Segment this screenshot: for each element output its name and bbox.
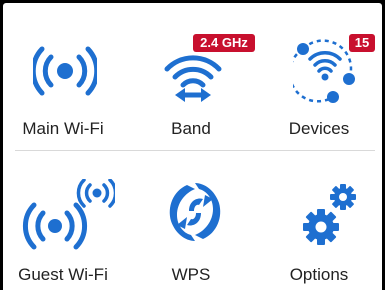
quick-settings-panel: Main Wi-Fi 2.4 GHz Band 15 Devices Guest…: [3, 3, 382, 290]
guest-broadcast-icon: [22, 179, 115, 250]
devices-tile[interactable]: 15 Devices: [259, 3, 379, 143]
wps-icon: [169, 183, 221, 241]
wifi-band-icon: [164, 55, 222, 102]
main-wifi-label: Main Wi-Fi: [22, 119, 104, 138]
band-tile[interactable]: 2.4 GHz Band: [131, 3, 255, 143]
options-label: Options: [289, 265, 349, 284]
wps-label: WPS: [171, 265, 211, 284]
broadcast-icon: [33, 46, 97, 96]
main-wifi-tile[interactable]: Main Wi-Fi: [3, 3, 123, 143]
wps-tile[interactable]: WPS: [131, 151, 251, 290]
devices-label: Devices: [288, 119, 350, 138]
options-tile[interactable]: Options: [259, 151, 379, 290]
band-badge: 2.4 GHz: [193, 34, 255, 52]
guest-wifi-label: Guest Wi-Fi: [18, 265, 108, 284]
guest-wifi-tile[interactable]: Guest Wi-Fi: [3, 151, 123, 290]
devices-count-badge: 15: [349, 34, 375, 52]
gears-icon: [303, 184, 356, 245]
band-label: Band: [171, 119, 211, 138]
